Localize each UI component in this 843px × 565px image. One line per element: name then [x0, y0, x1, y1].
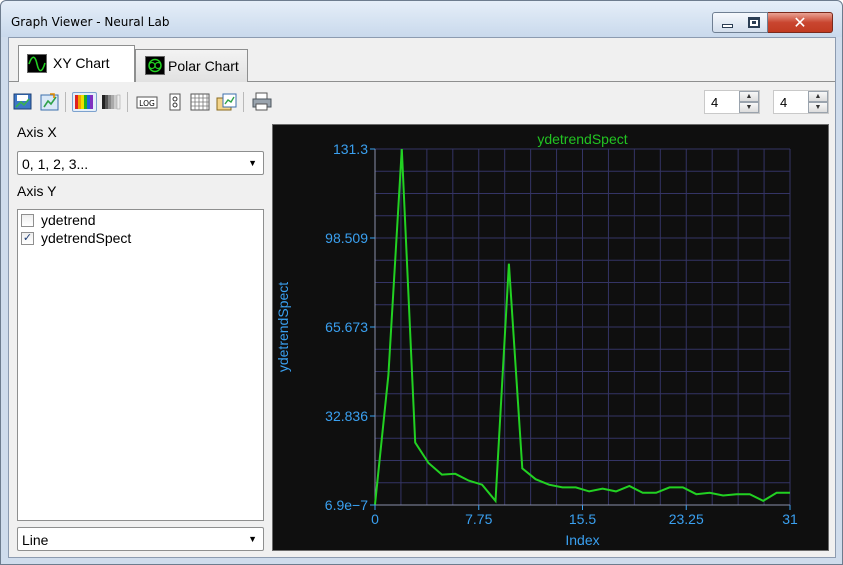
tab-polar-chart[interactable]: Polar Chart — [135, 49, 248, 82]
y-tick-label: 32.836 — [325, 408, 368, 424]
maximize-icon — [748, 17, 760, 28]
client-area: XY Chart Polar Chart LOG 4 ▲ ▼ 4 ▲ ▼ Axi… — [8, 37, 836, 558]
axis-x-label: Axis X — [17, 124, 57, 140]
x-tick-label: 0 — [371, 511, 379, 527]
grayscale-palette-icon — [102, 94, 121, 110]
maximize-button[interactable] — [740, 12, 768, 33]
export-chart-button[interactable] — [40, 92, 60, 112]
print-button[interactable] — [251, 92, 272, 112]
format-icon — [169, 93, 181, 111]
axis-y-list[interactable]: ydetrend ✓ ydetrendSpect — [17, 209, 264, 521]
list-item-label: ydetrendSpect — [41, 230, 132, 246]
list-item-label: ydetrend — [41, 212, 96, 228]
export-chart-icon — [40, 93, 59, 111]
spinner-1[interactable]: 4 ▲ ▼ — [704, 90, 760, 114]
log-scale-label: LOG — [139, 99, 155, 108]
app-window: Graph Viewer - Neural Lab ✕ XY Chart Pol… — [0, 0, 843, 565]
ydetrend-checkbox[interactable] — [21, 214, 34, 227]
ydetrendspect-checkbox[interactable]: ✓ — [21, 232, 34, 245]
x-tick-label: 23.25 — [669, 511, 704, 527]
color-palette-icon — [75, 95, 93, 109]
grayscale-palette-button[interactable] — [101, 92, 121, 112]
spinner-2[interactable]: 4 ▲ ▼ — [773, 90, 829, 114]
minimize-icon — [722, 24, 733, 28]
spinner-1-down-button[interactable]: ▼ — [739, 102, 759, 113]
tab-xy-chart[interactable]: XY Chart — [18, 45, 135, 82]
y-tick-label: 131.3 — [333, 141, 368, 157]
spinner-1-up-button[interactable]: ▲ — [739, 91, 759, 102]
save-chart-button[interactable] — [13, 92, 33, 112]
spinner-1-value[interactable]: 4 — [711, 95, 718, 110]
polar-chart-icon — [145, 56, 165, 75]
axis-x-dropdown[interactable]: 0, 1, 2, 3... ▼ — [17, 151, 264, 175]
x-axis-label: Index — [565, 532, 599, 548]
y-tick-label: 6.9e−7 — [325, 497, 368, 513]
y-axis-label: ydetrendSpect — [275, 282, 291, 372]
tab-polar-chart-label: Polar Chart — [168, 58, 239, 74]
log-scale-button[interactable]: LOG — [136, 92, 158, 112]
spinner-2-value[interactable]: 4 — [780, 95, 787, 110]
copy-button[interactable] — [216, 92, 237, 112]
color-palette-button[interactable] — [72, 92, 97, 112]
y-tick-label: 98.509 — [325, 230, 368, 246]
x-tick-label: 7.75 — [465, 511, 492, 527]
tab-xy-chart-label: XY Chart — [53, 55, 110, 71]
save-chart-icon — [13, 93, 32, 110]
chevron-down-icon: ▼ — [248, 534, 257, 544]
spinner-2-up-button[interactable]: ▲ — [808, 91, 828, 102]
axis-y-label: Axis Y — [17, 183, 57, 199]
close-button[interactable]: ✕ — [768, 12, 833, 33]
chart-title: ydetrendSpect — [537, 131, 627, 147]
x-tick-label: 31 — [782, 511, 798, 527]
chart-canvas: 0 7.75 15.5 23.25 31 6.9e−7 32.836 65.673 98.509… — [275, 131, 798, 548]
chevron-down-icon: ▼ — [248, 158, 257, 168]
grid-icon — [190, 93, 210, 111]
spinner-2-down-button[interactable]: ▼ — [808, 102, 828, 113]
xy-chart[interactable]: 0 7.75 15.5 23.25 31 6.9e−7 32.836 65.673 98.509… — [272, 124, 829, 551]
title-bar[interactable]: Graph Viewer - Neural Lab ✕ — [1, 1, 842, 37]
sine-wave-icon — [27, 54, 47, 73]
log-scale-icon: LOG — [136, 96, 158, 109]
minimize-button[interactable] — [712, 12, 741, 33]
x-tick-label: 15.5 — [569, 511, 596, 527]
axis-x-selected: 0, 1, 2, 3... — [22, 156, 89, 172]
y-tick-label: 65.673 — [325, 319, 368, 335]
copy-icon — [216, 93, 237, 111]
chart-type-selected: Line — [22, 532, 49, 548]
grid-button[interactable] — [190, 92, 210, 112]
print-icon — [252, 92, 272, 111]
chart-type-dropdown[interactable]: Line ▼ — [17, 527, 264, 551]
close-icon: ✕ — [793, 13, 807, 32]
window-title: Graph Viewer - Neural Lab — [11, 15, 170, 29]
format-button[interactable] — [165, 92, 185, 112]
tab-strip: XY Chart Polar Chart — [9, 38, 835, 82]
